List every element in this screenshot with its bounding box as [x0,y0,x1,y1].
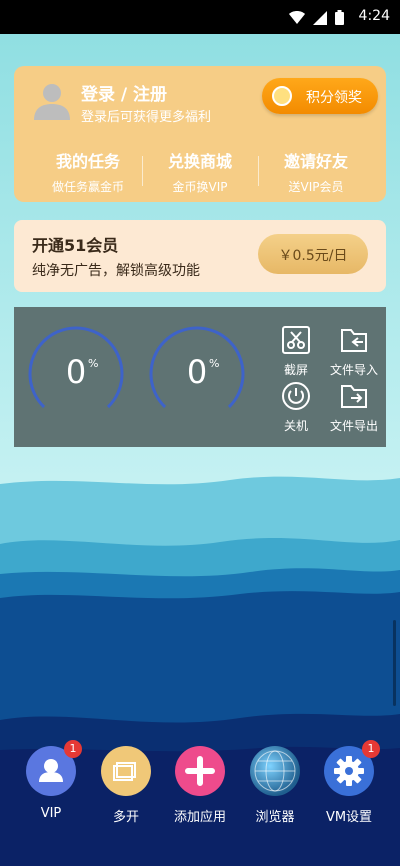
login-card[interactable]: 登录 / 注册 登录后可获得更多福利 积分领奖 我的任务 做任务赢金币 兑换商城… [14,66,386,202]
notification-badge: 1 [64,740,82,758]
screenshot-icon [282,326,310,354]
multi-window-icon[interactable] [101,746,151,796]
wifi-icon [289,10,305,24]
dock-add-app[interactable]: 添加应用 [162,746,238,825]
power-off-button[interactable]: 关机 [266,381,326,434]
screenshot-button[interactable]: 截屏 [266,325,326,378]
feature-title: 邀请好友 [283,152,348,171]
gauge-value: 0 [186,353,208,391]
notification-badge: 1 [362,740,380,758]
file-export-button[interactable]: 文件导出 [324,381,384,434]
person-icon[interactable]: 1 [26,740,82,796]
my-tasks-button[interactable]: 我的任务 做任务赢金币 [28,148,148,195]
scrollbar[interactable] [393,620,396,706]
vip-title: 开通51会员 [32,236,119,255]
dock-label: 添加应用 [173,810,226,825]
plus-icon[interactable] [175,746,225,796]
gauge-unit: % [209,357,220,370]
gauge-unit: % [88,357,99,370]
gear-icon[interactable]: 1 [324,740,380,796]
points-reward-label: 积分领奖 [306,90,362,106]
feature-subtitle: 金币换VIP [172,180,228,194]
signal-icon [313,10,327,25]
avatar-icon[interactable] [30,78,74,122]
file-import-button[interactable]: 文件导入 [324,325,384,378]
vm-status-panel: 0 % 0 % 截屏 文件导入 关机 文件导出 [14,307,386,447]
globe-icon[interactable] [250,746,300,796]
dock-label: 多开 [112,810,139,825]
coin-icon [272,86,292,106]
points-reward-button[interactable]: 积分领奖 [262,78,378,114]
power-icon [282,382,310,410]
dock-vm-settings[interactable]: 1 VM设置 [311,740,387,825]
tool-label: 文件导出 [329,419,378,433]
folder-export-icon [341,385,367,408]
tool-label: 截屏 [283,363,308,377]
tool-label: 关机 [283,419,308,433]
vip-subtitle: 纯净无广告，解锁高级功能 [32,263,200,279]
feature-subtitle: 送VIP会员 [288,180,344,194]
invite-friends-button[interactable]: 邀请好友 送VIP会员 [256,148,376,195]
vip-price-label: ￥0.5元/日 [278,248,348,264]
status-icons [289,10,344,25]
exchange-mall-button[interactable]: 兑换商城 金币换VIP [140,148,260,195]
tool-label: 文件导入 [329,363,378,377]
folder-import-icon [341,329,367,352]
clock: 4:24 [358,8,390,24]
status-bar: 4:24 [0,0,400,34]
battery-icon [335,10,344,25]
dock-label: VIP [40,806,62,821]
dock-label: VM设置 [325,810,373,825]
feature-subtitle: 做任务赢金币 [51,180,124,194]
dock-browser[interactable]: 浏览器 [237,746,313,825]
dock-label: 浏览器 [255,810,295,825]
vip-card[interactable]: 开通51会员 纯净无广告，解锁高级功能 ￥0.5元/日 [14,220,386,292]
login-subtitle: 登录后可获得更多福利 [81,110,212,125]
vip-price-button[interactable]: ￥0.5元/日 [258,234,368,274]
cpu-gauge: 0 % [24,319,128,423]
memory-gauge: 0 % [145,319,249,423]
feature-title: 我的任务 [55,152,120,171]
gauge-value: 0 [65,353,87,391]
dock-multi-open[interactable]: 多开 [88,746,164,825]
dock-vip[interactable]: 1 VIP [13,740,89,821]
feature-title: 兑换商城 [167,152,232,171]
login-register-link[interactable]: 登录 / 注册 [81,80,167,105]
